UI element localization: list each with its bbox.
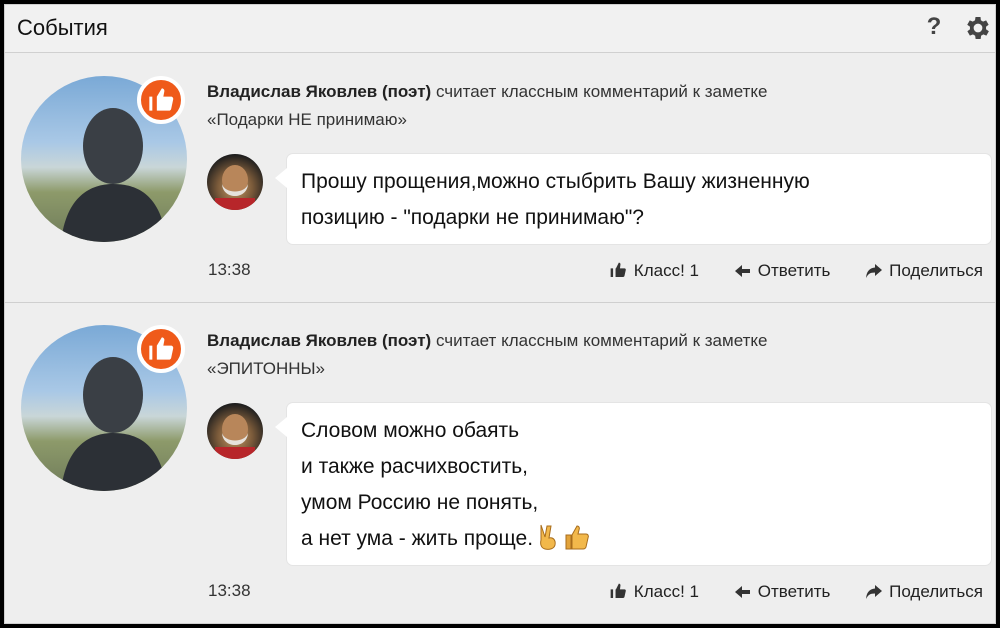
share-label: Поделиться [889, 260, 983, 280]
events-panel: События ? Владислав Яковлев (поэт) счита… [4, 4, 996, 624]
reply-label: Ответить [757, 260, 831, 280]
comment-line: и также расчихвостить, [301, 455, 529, 478]
comment-bubble: Словом можно обаять и также расчихвостит… [275, 403, 991, 565]
note-title-link[interactable]: «ЭПИТОННЫ» [207, 359, 325, 378]
comment-line: Прошу прощения,можно стыбрить Вашу жизне… [301, 170, 810, 193]
like-badge-icon [137, 325, 185, 373]
event-time: 13:38 [208, 581, 251, 600]
thumbs-up-icon [610, 583, 626, 598]
like-button[interactable]: Класс! 1 [608, 261, 699, 281]
share-arrow-icon [866, 584, 883, 599]
event-headline: Владислав Яковлев (поэт) считает классны… [207, 78, 967, 134]
event-actions: Класс! 1 Ответить Поделиться [578, 581, 983, 602]
reply-label: Ответить [757, 581, 831, 601]
comment-line: Словом можно обаять [301, 419, 520, 442]
share-button[interactable]: Поделиться [865, 582, 983, 602]
commenter-avatar[interactable] [207, 154, 263, 210]
event-item: Владислав Яковлев (поэт) считает классны… [5, 54, 995, 304]
help-icon[interactable]: ? [923, 13, 945, 43]
comment-bubble: Прошу прощения,можно стыбрить Вашу жизне… [275, 154, 991, 244]
commenter-avatar[interactable] [207, 403, 263, 459]
event-actions: Класс! 1 Ответить Поделиться [578, 260, 983, 281]
page-title: События [17, 15, 108, 40]
comment-line-text: а нет ума - жить проще. [301, 527, 534, 550]
arrow-left-icon [734, 585, 750, 598]
share-arrow-icon [866, 263, 883, 278]
like-label: Класс! 1 [633, 581, 699, 601]
note-title-link[interactable]: «Подарки НЕ принимаю» [207, 110, 407, 129]
event-headline: Владислав Яковлев (поэт) считает классны… [207, 327, 967, 383]
gear-icon[interactable] [963, 13, 993, 43]
event-action-text: считает классным комментарий к заметке [435, 82, 768, 101]
event-time: 13:38 [208, 260, 251, 279]
share-button[interactable]: Поделиться [865, 261, 983, 281]
share-label: Поделиться [889, 581, 983, 601]
thumbs-up-icon [610, 262, 626, 277]
reply-button[interactable]: Ответить [734, 581, 831, 602]
event-action-text: считает классным комментарий к заметке [435, 331, 768, 350]
author-name[interactable]: Владислав Яковлев (поэт) [207, 331, 431, 350]
arrow-left-icon [734, 264, 750, 277]
like-badge-icon [137, 76, 185, 124]
thumbs-up-icon [565, 525, 589, 550]
event-item: Владислав Яковлев (поэт) считает классны… [5, 302, 995, 601]
like-button[interactable]: Класс! 1 [608, 582, 699, 602]
reply-button[interactable]: Ответить [734, 260, 831, 281]
like-label: Класс! 1 [633, 260, 699, 280]
comment-line: а нет ума - жить проще. [301, 521, 977, 557]
victory-hand-icon [540, 524, 556, 550]
author-name[interactable]: Владислав Яковлев (поэт) [207, 82, 431, 101]
comment-line: позицию - "подарки не принимаю"? [301, 206, 644, 229]
comment-line: умом Россию не понять, [301, 491, 539, 514]
panel-header: События ? [5, 5, 995, 53]
